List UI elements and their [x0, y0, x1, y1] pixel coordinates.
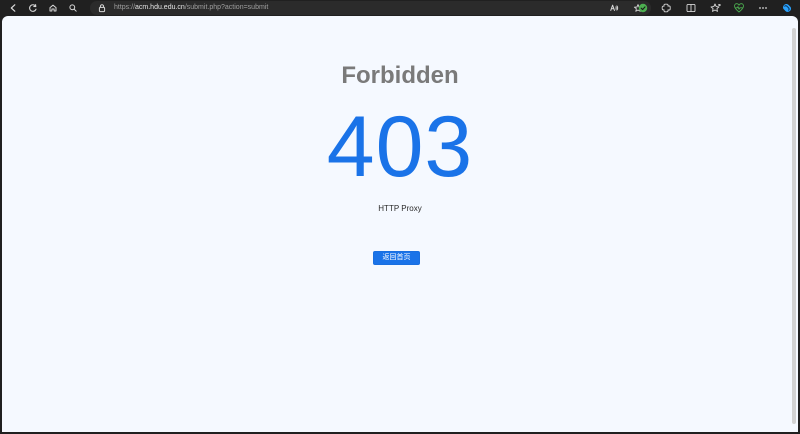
- home-button[interactable]: [46, 1, 60, 15]
- search-button[interactable]: [66, 1, 80, 15]
- refresh-button[interactable]: [26, 1, 40, 15]
- copilot-button[interactable]: [780, 1, 794, 15]
- split-screen-button[interactable]: [684, 1, 698, 15]
- lock-icon: [96, 2, 108, 14]
- more-icon: [759, 7, 767, 9]
- home-icon: [49, 4, 57, 12]
- vertical-scrollbar[interactable]: [792, 28, 796, 424]
- error-code: 403: [326, 99, 474, 195]
- search-icon: [69, 4, 77, 12]
- error-page: Forbidden 403 HTTP Proxy 返回首页: [2, 16, 798, 432]
- more-button[interactable]: [756, 1, 770, 15]
- read-aloud-button[interactable]: [607, 1, 621, 15]
- extension-button[interactable]: [636, 1, 650, 15]
- favorites-button[interactable]: [708, 1, 722, 15]
- address-bar[interactable]: https://acm.hdu.edu.cn/submit.php?action…: [90, 1, 651, 15]
- read-aloud-icon: [610, 4, 619, 11]
- browser-window: https://acm.hdu.edu.cn/submit.php?action…: [0, 0, 800, 434]
- favorites-icon: [710, 3, 721, 12]
- split-screen-icon: [686, 3, 696, 13]
- refresh-icon: [29, 4, 37, 12]
- page-title: Forbidden: [341, 62, 459, 89]
- toolbar-right-icons: [636, 1, 794, 15]
- url-text: https://acm.hdu.edu.cn/submit.php?action…: [114, 1, 268, 15]
- error-source: HTTP Proxy: [378, 204, 422, 213]
- copilot-icon: [783, 3, 792, 12]
- extensions-menu-button[interactable]: [660, 1, 674, 15]
- heart-pulse-icon: [734, 3, 744, 13]
- page-viewport[interactable]: Forbidden 403 HTTP Proxy 返回首页: [2, 16, 798, 432]
- browser-essentials-button[interactable]: [732, 1, 746, 15]
- url-scheme: https://: [114, 4, 136, 11]
- extension-icon: [638, 3, 648, 13]
- puzzle-icon: [661, 3, 671, 13]
- back-button[interactable]: [6, 1, 20, 15]
- url-host: acm.hdu.edu.cn: [135, 4, 185, 11]
- url-path: /submit.php?action=submit: [184, 4, 269, 11]
- return-home-button[interactable]: 返回首页: [373, 251, 420, 265]
- back-icon: [10, 4, 16, 12]
- browser-toolbar: https://acm.hdu.edu.cn/submit.php?action…: [0, 0, 800, 16]
